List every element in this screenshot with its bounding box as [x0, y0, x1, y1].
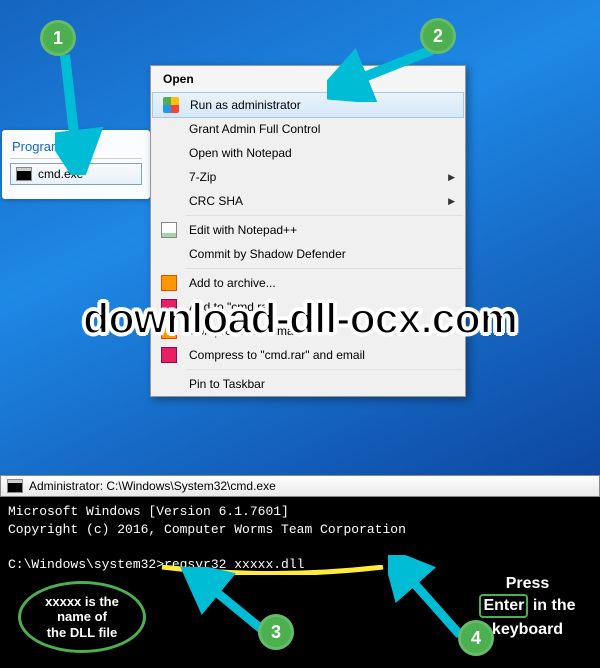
- menu-label: Run as administrator: [190, 98, 301, 112]
- menu-label: Pin to Taskbar: [189, 377, 265, 391]
- menu-open-notepad[interactable]: Open with Notepad: [151, 141, 465, 165]
- cmd-titlebar: Administrator: C:\Windows\System32\cmd.e…: [0, 475, 600, 497]
- menu-add-archive[interactable]: Add to archive...: [151, 271, 465, 295]
- step-3-badge: 3: [258, 614, 294, 650]
- watermark-text: download-dll-ocx.com: [0, 295, 600, 344]
- menu-label: Edit with Notepad++: [189, 223, 297, 237]
- menu-separator: [186, 268, 463, 269]
- arrow-1: [55, 45, 135, 175]
- menu-label: Grant Admin Full Control: [189, 122, 320, 136]
- menu-edit-notepadpp[interactable]: Edit with Notepad++: [151, 218, 465, 242]
- cmd-icon: [7, 479, 23, 493]
- context-menu: Open Run as administrator Grant Admin Fu…: [150, 65, 466, 397]
- cmd-line-1: Microsoft Windows [Version 6.1.7601]: [8, 503, 592, 521]
- menu-7zip[interactable]: 7-Zip ▶: [151, 165, 465, 189]
- cmd-title: Administrator: C:\Windows\System32\cmd.e…: [29, 479, 276, 493]
- menu-grant-admin[interactable]: Grant Admin Full Control: [151, 117, 465, 141]
- shield-icon: [163, 97, 179, 113]
- archive-icon: [161, 275, 177, 291]
- menu-shadow-defender[interactable]: Commit by Shadow Defender: [151, 242, 465, 266]
- menu-compress-rar-email[interactable]: Compress to "cmd.rar" and email: [151, 343, 465, 367]
- menu-label: 7-Zip: [189, 170, 216, 184]
- step-2-badge: 2: [420, 18, 456, 54]
- menu-label: CRC SHA: [189, 194, 243, 208]
- step-4-badge: 4: [458, 620, 494, 656]
- cmd-line-2: Copyright (c) 2016, Computer Worms Team …: [8, 521, 592, 539]
- notepad-icon: [161, 222, 177, 238]
- menu-label: Commit by Shadow Defender: [189, 247, 346, 261]
- step-1-badge: 1: [40, 20, 76, 56]
- rar-icon: [161, 347, 177, 363]
- menu-separator: [186, 215, 463, 216]
- chevron-right-icon: ▶: [448, 196, 455, 207]
- chevron-right-icon: ▶: [448, 172, 455, 183]
- cmd-content[interactable]: Microsoft Windows [Version 6.1.7601] Cop…: [0, 497, 600, 579]
- menu-separator: [186, 369, 463, 370]
- menu-pin-taskbar[interactable]: Pin to Taskbar: [151, 372, 465, 396]
- menu-crc-sha[interactable]: CRC SHA ▶: [151, 189, 465, 213]
- menu-label: Compress to "cmd.rar" and email: [189, 348, 365, 362]
- menu-label: Open with Notepad: [189, 146, 292, 160]
- cmd-window: Administrator: C:\Windows\System32\cmd.e…: [0, 475, 600, 668]
- annotation-dll-name: xxxxx is the name of the DLL file: [18, 581, 146, 653]
- desktop-background: 1 2 Programs (1) cmd.exe Open Run as adm…: [0, 0, 600, 475]
- cmd-icon: [16, 167, 32, 181]
- menu-label: Add to archive...: [189, 276, 276, 290]
